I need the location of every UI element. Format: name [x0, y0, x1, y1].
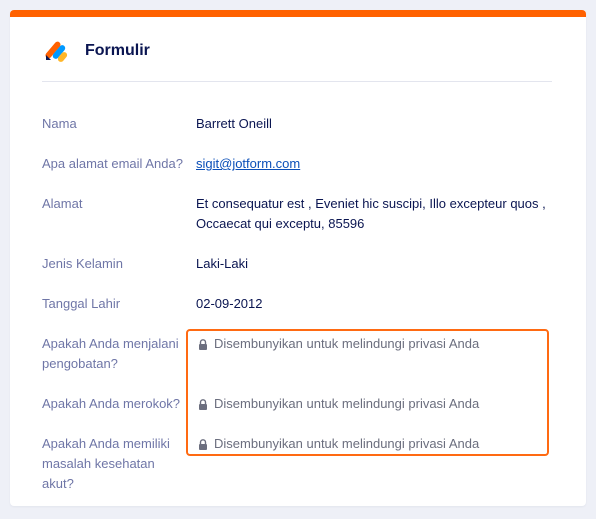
treatment-label-line-2: pengobatan?	[42, 356, 118, 371]
acute-health-label-line-1: Apakah Anda memiliki	[42, 436, 170, 451]
email-link[interactable]: sigit@jotform.com	[196, 156, 300, 171]
field-value-birthdate: 02-09-2012	[196, 296, 263, 311]
acute-health-label-line-2: masalah kesehatan akut?	[42, 456, 155, 491]
field-label-acute-health: Apakah Anda memiliki masalah kesehatan a…	[42, 434, 190, 494]
header-divider	[42, 81, 552, 82]
field-row-gender: Jenis Kelamin Laki-Laki	[42, 254, 552, 274]
form-title: Formulir	[85, 42, 150, 59]
form-card: Formulir Nama Barrett Oneill Apa alamat …	[10, 10, 586, 506]
field-label-email: Apa alamat email Anda?	[42, 156, 183, 171]
field-value-address: Et consequatur est , Eveniet hic suscipi…	[196, 194, 548, 234]
privacy-highlight-box	[186, 329, 549, 456]
address-line-2: Occaecat qui exceptu, 85596	[196, 216, 365, 231]
field-label-name: Nama	[42, 116, 77, 131]
field-row-address: Alamat Et consequatur est , Eveniet hic …	[42, 194, 552, 234]
field-label-treatment: Apakah Anda menjalani pengobatan?	[42, 334, 190, 374]
field-label-address: Alamat	[42, 196, 83, 211]
field-row-email: Apa alamat email Anda? sigit@jotform.com	[42, 154, 552, 174]
jotform-logo-icon	[45, 41, 68, 62]
form-header: Formulir	[45, 37, 150, 65]
field-row-name: Nama Barrett Oneill	[42, 114, 552, 134]
treatment-label-line-1: Apakah Anda menjalani	[42, 336, 179, 351]
field-label-gender: Jenis Kelamin	[42, 256, 123, 271]
field-value-gender: Laki-Laki	[196, 256, 249, 271]
field-label-smoking: Apakah Anda merokok?	[42, 396, 181, 411]
accent-top-bar	[10, 10, 586, 17]
field-value-name: Barrett Oneill	[196, 116, 272, 131]
field-label-birthdate: Tanggal Lahir	[42, 296, 121, 311]
field-row-birthdate: Tanggal Lahir 02-09-2012	[42, 294, 552, 314]
address-line-1: Et consequatur est , Eveniet hic suscipi…	[196, 196, 546, 211]
